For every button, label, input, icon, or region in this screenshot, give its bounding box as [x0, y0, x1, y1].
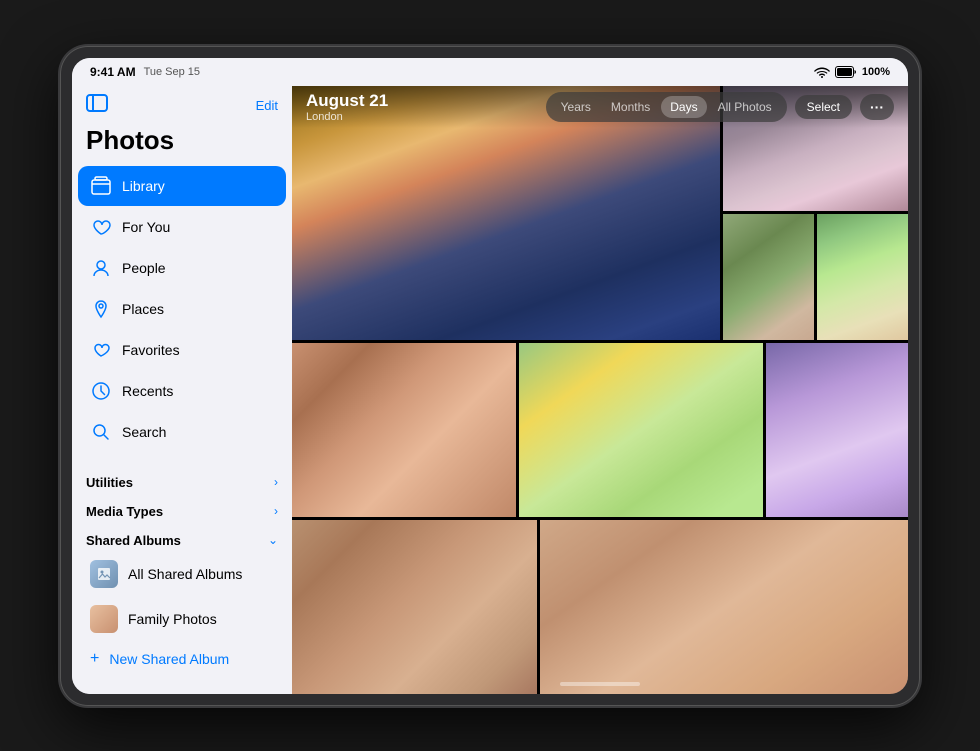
- edit-button[interactable]: Edit: [256, 98, 278, 113]
- library-icon: [90, 175, 112, 197]
- photo-grid: [292, 86, 908, 694]
- places-icon: [90, 298, 112, 320]
- photo-row-2: [292, 343, 908, 517]
- photo-row-3: [292, 520, 908, 694]
- photo-woman-close[interactable]: [292, 520, 537, 694]
- main-toolbar: August 21 London Years Months Days All P…: [292, 86, 908, 128]
- photo-two-girls[interactable]: [723, 214, 814, 340]
- status-time: 9:41 AM: [90, 65, 136, 79]
- sidebar-title: Photos: [72, 121, 292, 166]
- more-button[interactable]: ···: [860, 94, 894, 120]
- section-my-albums[interactable]: My Albums ⌄: [72, 689, 292, 694]
- photo-row-1-right-bottom: [723, 214, 908, 340]
- sidebar-item-favorites[interactable]: Favorites: [78, 330, 286, 370]
- sidebar-label-search: Search: [122, 424, 166, 440]
- status-right: 100%: [814, 66, 890, 78]
- media-types-title: Media Types: [86, 504, 163, 519]
- photo-location: London: [306, 111, 388, 123]
- sidebar-item-library[interactable]: Library: [78, 166, 286, 206]
- device-screen: 9:41 AM Tue Sep 15 100%: [72, 58, 908, 694]
- months-button[interactable]: Months: [602, 96, 659, 118]
- plus-icon: +: [90, 650, 99, 668]
- years-button[interactable]: Years: [552, 96, 600, 118]
- app-container: Edit Photos Library: [72, 86, 908, 694]
- status-date: Tue Sep 15: [144, 66, 200, 78]
- sidebar-label-favorites: Favorites: [122, 342, 180, 358]
- sidebar-item-for-you[interactable]: For You: [78, 207, 286, 247]
- sidebar-label-library: Library: [122, 178, 165, 194]
- sidebar-label-people: People: [122, 260, 166, 276]
- sidebar-label-places: Places: [122, 301, 164, 317]
- shared-albums-title: Shared Albums: [86, 533, 181, 548]
- sidebar-item-all-shared[interactable]: All Shared Albums: [78, 552, 286, 596]
- status-bar: 9:41 AM Tue Sep 15 100%: [72, 58, 908, 86]
- battery-icon: [835, 66, 857, 78]
- sidebar: Edit Photos Library: [72, 86, 292, 694]
- toolbar-right: Years Months Days All Photos Select ···: [546, 92, 894, 122]
- photo-girls-sitting[interactable]: [519, 343, 763, 517]
- photo-mother-daughter[interactable]: [292, 343, 516, 517]
- date-section: August 21 London: [306, 91, 388, 123]
- sidebar-item-family-photos[interactable]: Family Photos: [78, 597, 286, 641]
- people-icon: [90, 257, 112, 279]
- section-utilities[interactable]: Utilities ›: [72, 465, 292, 494]
- family-photos-thumb: [90, 605, 118, 633]
- days-button[interactable]: Days: [661, 96, 706, 118]
- all-photos-button[interactable]: All Photos: [709, 96, 781, 118]
- sidebar-label-recents: Recents: [122, 383, 173, 399]
- wifi-icon: [814, 66, 830, 78]
- battery-pct: 100%: [862, 66, 890, 78]
- new-shared-album-button[interactable]: + New Shared Album: [78, 642, 286, 676]
- search-icon: [90, 421, 112, 443]
- main-content: August 21 London Years Months Days All P…: [292, 86, 908, 694]
- sidebar-header: Edit: [72, 86, 292, 121]
- utilities-chevron: ›: [274, 475, 278, 489]
- sidebar-item-people[interactable]: People: [78, 248, 286, 288]
- sidebar-item-search[interactable]: Search: [78, 412, 286, 452]
- device-frame: 9:41 AM Tue Sep 15 100%: [60, 46, 920, 706]
- media-types-chevron: ›: [274, 504, 278, 518]
- section-media-types[interactable]: Media Types ›: [72, 494, 292, 523]
- time-selector: Years Months Days All Photos: [546, 92, 787, 122]
- sidebar-item-places[interactable]: Places: [78, 289, 286, 329]
- favorites-icon: [90, 339, 112, 361]
- scroll-indicator: [560, 682, 640, 686]
- new-shared-label: New Shared Album: [109, 651, 229, 667]
- photo-woman-kissing[interactable]: [540, 520, 908, 694]
- for-you-icon: [90, 216, 112, 238]
- sidebar-toggle-button[interactable]: [86, 94, 108, 117]
- sidebar-label-for-you: For You: [122, 219, 170, 235]
- sidebar-item-recents[interactable]: Recents: [78, 371, 286, 411]
- photo-woman-purple[interactable]: [766, 343, 908, 517]
- family-photos-label: Family Photos: [128, 611, 217, 627]
- photo-woman-field[interactable]: [817, 214, 908, 340]
- recents-icon: [90, 380, 112, 402]
- utilities-title: Utilities: [86, 475, 133, 490]
- all-shared-label: All Shared Albums: [128, 566, 242, 582]
- section-shared-albums[interactable]: Shared Albums ⌄: [72, 523, 292, 552]
- select-button[interactable]: Select: [795, 95, 852, 119]
- shared-albums-chevron: ⌄: [268, 533, 278, 547]
- photo-date: August 21: [306, 91, 388, 111]
- all-shared-thumb: [90, 560, 118, 588]
